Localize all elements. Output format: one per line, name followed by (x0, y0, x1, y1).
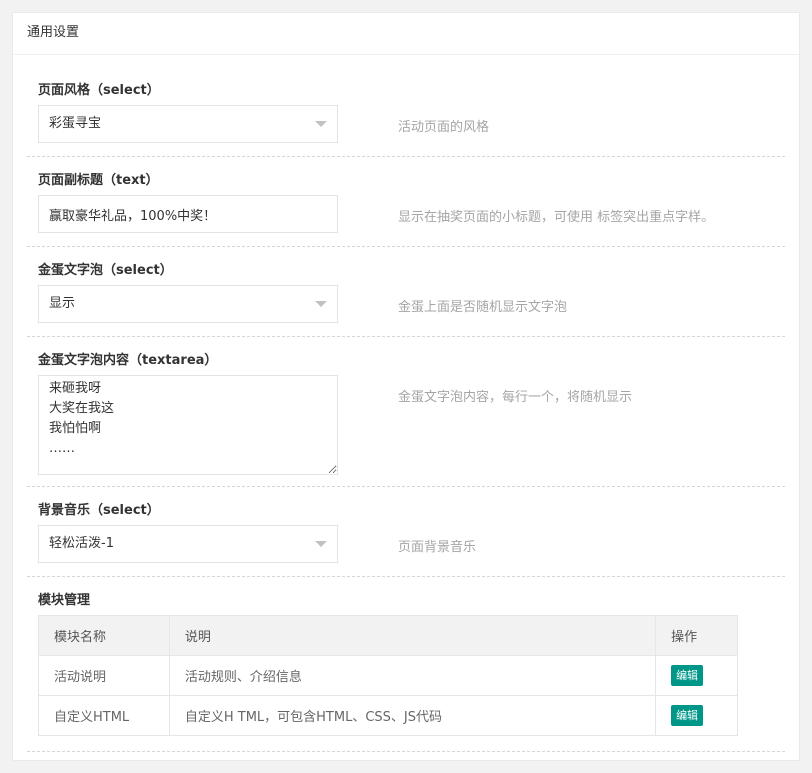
field-page-style: 页面风格（select） 彩蛋寻宝 活动页面的风格 (27, 67, 785, 157)
field-page-subtitle: 页面副标题（text） 显示在抽奖页面的小标题，可使用 标签突出重点字样。 (27, 157, 785, 247)
field-hint: 金蛋上面是否随机显示文字泡 (398, 300, 568, 315)
table-row: 自定义HTML 自定义H TML，可包含HTML、CSS、JS代码 编辑 (38, 695, 738, 736)
field-label: 背景音乐（select） (38, 503, 160, 518)
module-table: 模块名称 说明 操作 活动说明 活动规则、介绍信息 编辑 自定义HTML 自定义… (38, 615, 738, 736)
edit-button[interactable]: 编辑 (671, 665, 704, 686)
module-desc: 活动规则、介绍信息 (168, 655, 657, 696)
table-header-row: 模块名称 说明 操作 (38, 615, 738, 656)
field-bg-music: 背景音乐（select） 轻松活泼-1 页面背景音乐 (27, 487, 785, 577)
chevron-down-icon (315, 541, 327, 547)
edit-button[interactable]: 编辑 (671, 705, 704, 726)
select-value: 彩蛋寻宝 (49, 116, 102, 131)
field-label: 金蛋文字泡内容（textarea） (38, 353, 218, 368)
field-label: 页面副标题（text） (38, 173, 159, 188)
column-header-name: 模块名称 (38, 615, 170, 656)
field-label: 金蛋文字泡（select） (38, 263, 173, 278)
select-value: 轻松活泼-1 (49, 536, 114, 551)
panel-title: 通用设置 (13, 13, 799, 55)
field-hint: 页面背景音乐 (398, 540, 477, 555)
settings-panel: 通用设置 页面风格（select） 彩蛋寻宝 活动页面的风格 页面副标题（tex… (12, 12, 800, 761)
field-hint: 金蛋文字泡内容，每行一个，将随机显示 (398, 390, 633, 405)
field-hint: 活动页面的风格 (398, 120, 490, 135)
module-section-label: 模块管理 (38, 593, 91, 608)
column-header-desc: 说明 (168, 615, 657, 656)
table-row: 活动说明 活动规则、介绍信息 编辑 (38, 655, 738, 696)
page-subtitle-input[interactable] (38, 195, 338, 233)
field-hint: 显示在抽奖页面的小标题，可使用 标签突出重点字样。 (398, 210, 715, 225)
settings-form: 页面风格（select） 彩蛋寻宝 活动页面的风格 页面副标题（text） 显示… (27, 67, 785, 752)
egg-bubble-content-textarea[interactable] (38, 375, 338, 475)
field-egg-bubble-content: 金蛋文字泡内容（textarea） 金蛋文字泡内容，每行一个，将随机显示 (27, 337, 785, 487)
egg-bubble-select[interactable]: 显示 (38, 285, 338, 323)
chevron-down-icon (315, 121, 327, 127)
module-name: 自定义HTML (38, 695, 170, 736)
field-label: 页面风格（select） (38, 83, 160, 98)
module-management: 模块管理 模块名称 说明 操作 活动说明 活动规则、介绍信息 编辑 自定义HTM… (27, 577, 785, 752)
chevron-down-icon (315, 301, 327, 307)
module-action-cell: 编辑 (655, 655, 738, 696)
module-name: 活动说明 (38, 655, 170, 696)
page-style-select[interactable]: 彩蛋寻宝 (38, 105, 338, 143)
module-action-cell: 编辑 (655, 695, 738, 736)
select-value: 显示 (49, 296, 76, 311)
column-header-action: 操作 (655, 615, 738, 656)
module-desc: 自定义H TML，可包含HTML、CSS、JS代码 (168, 695, 657, 736)
bg-music-select[interactable]: 轻松活泼-1 (38, 525, 338, 563)
field-egg-bubble: 金蛋文字泡（select） 显示 金蛋上面是否随机显示文字泡 (27, 247, 785, 337)
